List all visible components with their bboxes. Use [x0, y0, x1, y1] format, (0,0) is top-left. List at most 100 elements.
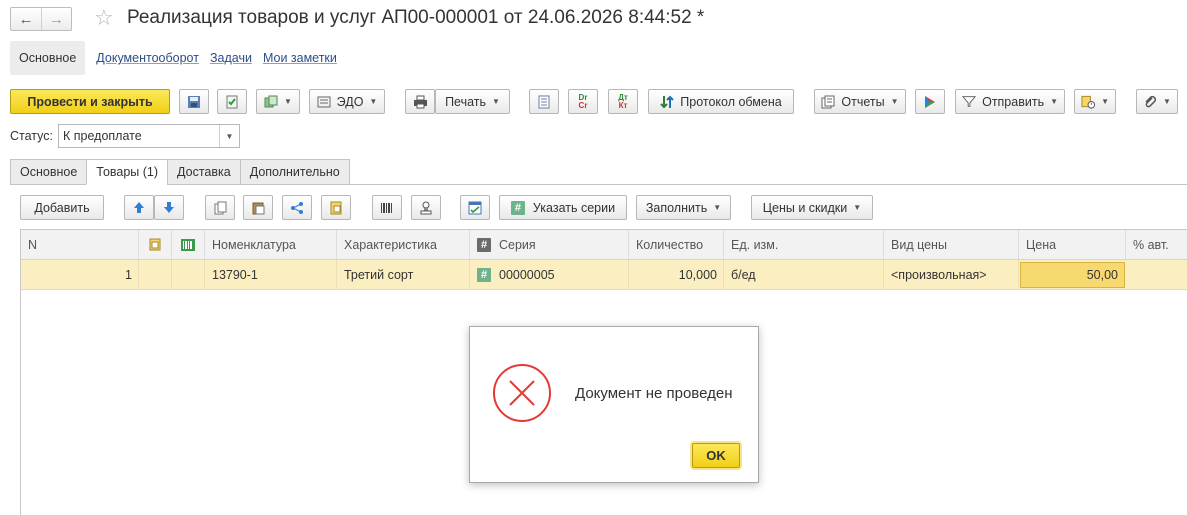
hash-icon: #: [477, 237, 491, 252]
nav-my-notes[interactable]: Мои заметки: [263, 51, 337, 65]
tab-goods[interactable]: Товары (1): [86, 159, 168, 185]
cell-n[interactable]: 1: [21, 260, 139, 289]
column-header-doc-icon[interactable]: [139, 230, 172, 259]
column-header-barcode-icon[interactable]: [172, 230, 205, 259]
set-series-button[interactable]: # Указать серии: [499, 195, 627, 220]
stamp-button[interactable]: [411, 195, 441, 220]
split-row-button[interactable]: [282, 195, 312, 220]
document-journal-button[interactable]: [529, 89, 559, 114]
create-based-on-button[interactable]: ▼: [256, 89, 300, 114]
post-and-close-button[interactable]: Провести и закрыть: [10, 89, 170, 114]
reports-label: Отчеты: [841, 94, 885, 109]
copy-button[interactable]: [205, 195, 235, 220]
cell-doc-icon[interactable]: [139, 260, 172, 289]
column-header-price-type[interactable]: Вид цены: [884, 230, 1019, 259]
tab-main[interactable]: Основное: [10, 159, 87, 185]
cell-characteristic[interactable]: Третий сорт: [337, 260, 470, 289]
table-row[interactable]: 1 13790-1 Третий сорт # 00000005 10,000 …: [21, 260, 1187, 290]
print-quick-button[interactable]: [405, 89, 435, 114]
history-nav: ← →: [10, 7, 72, 31]
split-icon: [291, 201, 303, 214]
cell-price-type[interactable]: <произвольная>: [884, 260, 1019, 289]
cell-item[interactable]: 13790-1: [205, 260, 337, 289]
attachments-button[interactable]: ▼: [1136, 89, 1178, 114]
send-button[interactable]: Отправить ▼: [955, 89, 1065, 114]
dt-kt-button[interactable]: Дт Кт: [608, 89, 638, 114]
column-header-quantity[interactable]: Количество: [629, 230, 724, 259]
check-list-button[interactable]: [460, 195, 490, 220]
document-settings-button[interactable]: ▼: [1074, 89, 1116, 114]
tab-delivery[interactable]: Доставка: [167, 159, 240, 185]
create-based-icon: [264, 95, 278, 107]
select-items-button[interactable]: [321, 195, 351, 220]
paperclip-icon: [1145, 95, 1157, 107]
chevron-down-icon: ▼: [1163, 97, 1171, 106]
move-up-button[interactable]: [124, 195, 154, 220]
forward-arrow-icon[interactable]: →: [41, 8, 71, 30]
list-icon: [538, 95, 550, 108]
set-series-label: Указать серии: [532, 200, 616, 215]
post-document-icon: [226, 95, 238, 108]
chevron-down-icon: ▼: [853, 203, 862, 212]
column-header-unit[interactable]: Ед. изм.: [724, 230, 884, 259]
chevron-down-icon: ▼: [369, 97, 378, 106]
tab-additional[interactable]: Дополнительно: [239, 159, 350, 185]
column-header-auto-discount[interactable]: % авт.: [1126, 230, 1187, 259]
edo-icon: [317, 96, 331, 107]
favorite-star-icon[interactable]: ☆: [94, 6, 114, 30]
exchange-log-button[interactable]: Протокол обмена: [648, 89, 794, 114]
copy-icon: [214, 201, 226, 214]
cell-barcode[interactable]: [172, 260, 205, 289]
title-bar: ← → ☆ Реализация товаров и услуг АП00-00…: [0, 0, 1187, 38]
nav-tasks[interactable]: Задачи: [210, 51, 252, 65]
back-arrow-icon[interactable]: ←: [11, 8, 41, 30]
barcode-scanner-icon: [381, 202, 392, 213]
column-header-n[interactable]: N: [21, 230, 139, 259]
ok-button[interactable]: OK: [692, 443, 740, 468]
cell-series[interactable]: # 00000005: [470, 260, 629, 289]
cell-price[interactable]: 50,00: [1020, 262, 1125, 288]
chevron-down-icon: ▼: [713, 203, 722, 212]
column-header-characteristic[interactable]: Характеристика: [337, 230, 470, 259]
nav-document-flow[interactable]: Документооборот: [96, 51, 199, 65]
column-header-series[interactable]: # Серия: [470, 230, 629, 259]
edo-label: ЭДО: [336, 94, 364, 109]
dialog-message: Документ не проведен: [575, 385, 733, 402]
cell-unit[interactable]: б/ед: [724, 260, 884, 289]
table-header: N Номенклатура Характеристика # Серия Ко…: [21, 230, 1187, 260]
run-button[interactable]: [915, 89, 945, 114]
folder-document-icon: [149, 238, 161, 251]
paste-icon: [252, 202, 264, 214]
reports-button[interactable]: Отчеты ▼: [814, 89, 906, 114]
error-cross-icon: [493, 364, 551, 422]
play-colored-icon: [925, 95, 935, 108]
paste-button[interactable]: [243, 195, 273, 220]
tab-bar: Основное Товары (1) Доставка Дополнитель…: [10, 159, 350, 185]
nav-main[interactable]: Основное: [10, 41, 86, 75]
prices-discounts-button[interactable]: Цены и скидки ▼: [751, 195, 873, 220]
chevron-down-icon[interactable]: ▼: [219, 125, 239, 147]
fill-button[interactable]: Заполнить ▼: [636, 195, 731, 220]
save-icon: [188, 95, 200, 108]
send-funnel-icon: [962, 96, 977, 107]
cell-quantity[interactable]: 10,000: [629, 260, 724, 289]
cell-auto-discount[interactable]: [1126, 260, 1187, 289]
print-button[interactable]: Печать ▼: [435, 89, 510, 114]
column-header-series-label: Серия: [499, 237, 536, 252]
move-down-button[interactable]: [154, 195, 184, 220]
printer-icon: [413, 95, 427, 108]
column-header-item[interactable]: Номенклатура: [205, 230, 337, 259]
edo-button[interactable]: ЭДО ▼: [309, 89, 385, 114]
status-label: Статус:: [10, 129, 53, 143]
barcode-button[interactable]: [372, 195, 402, 220]
send-label: Отправить: [982, 94, 1045, 109]
checklist-icon: [468, 201, 482, 214]
barcode-green-icon: [181, 238, 195, 251]
column-header-price[interactable]: Цена: [1019, 230, 1126, 259]
dr-cr-button[interactable]: Dr Cr: [568, 89, 598, 114]
document-clock-icon: [1081, 95, 1096, 109]
add-row-button[interactable]: Добавить: [20, 195, 104, 220]
status-select[interactable]: К предоплате ▼: [58, 124, 240, 148]
post-button[interactable]: [217, 89, 247, 114]
save-button[interactable]: [179, 89, 209, 114]
